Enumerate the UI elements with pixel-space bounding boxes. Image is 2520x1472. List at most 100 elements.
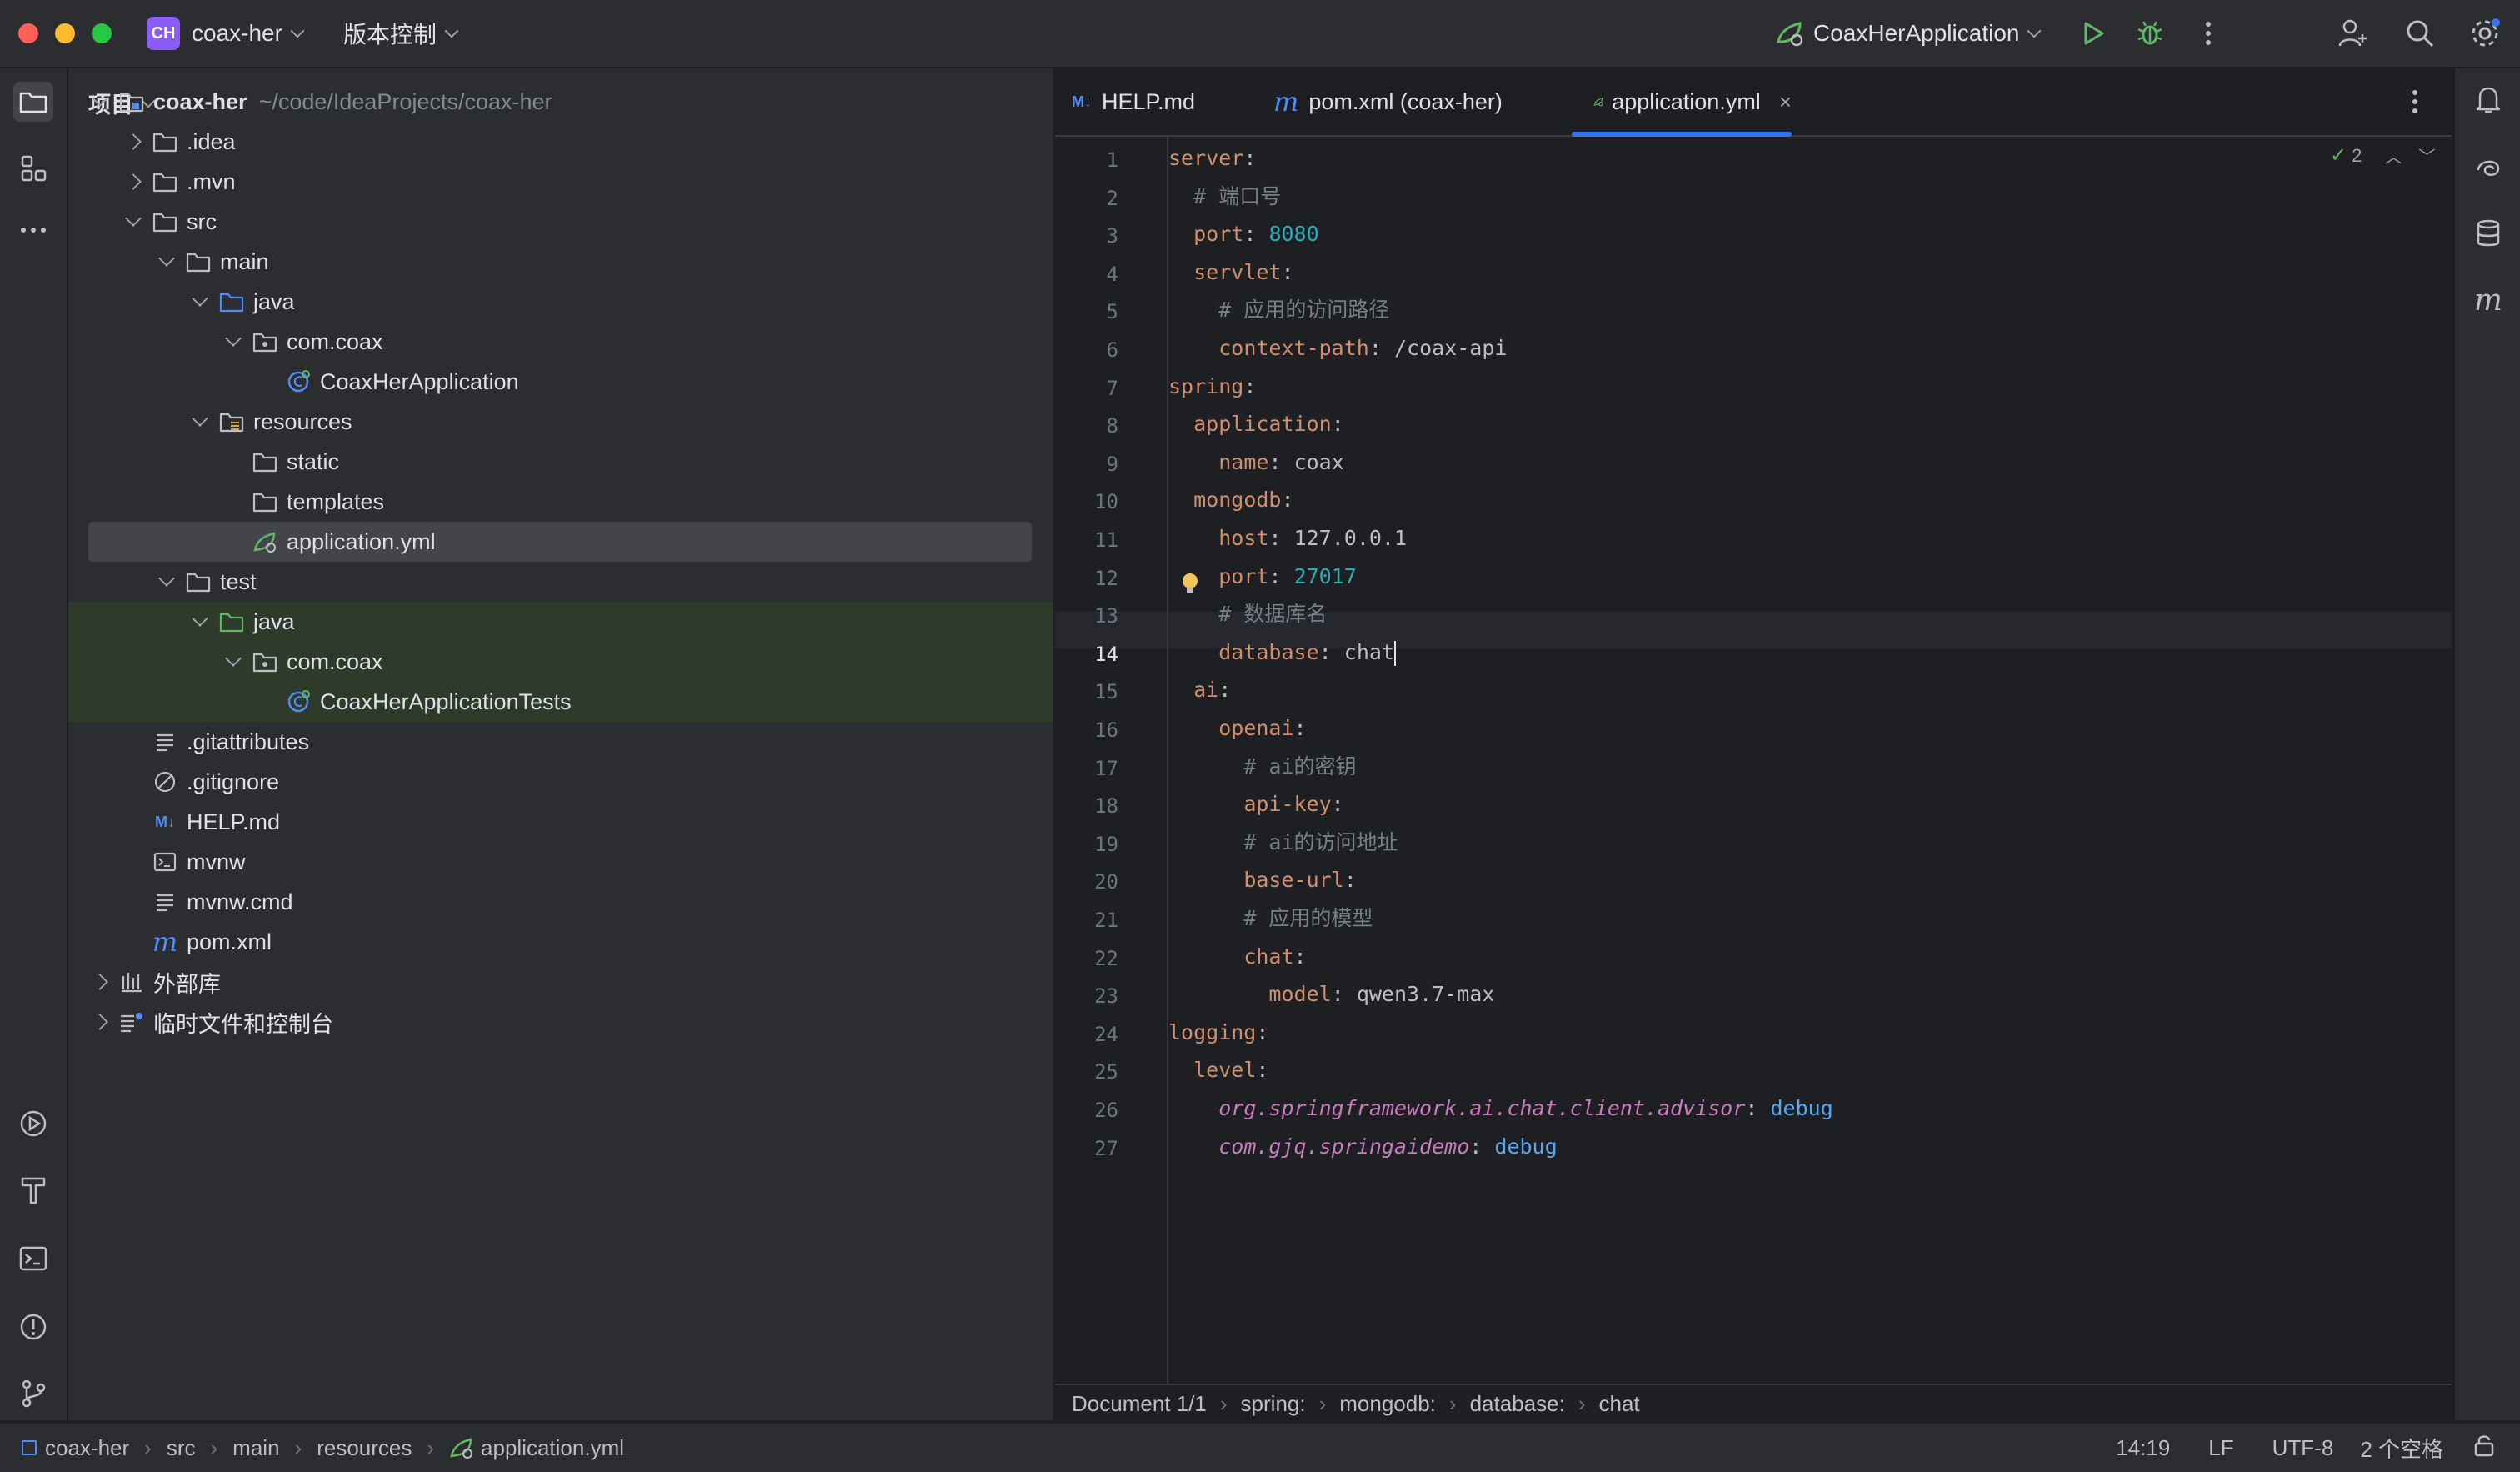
status-path-resources[interactable]: resources bbox=[317, 1435, 412, 1461]
code-line[interactable]: openai: bbox=[1168, 710, 1306, 747]
tree-item[interactable]: com.coax bbox=[88, 322, 1052, 362]
tree-item[interactable]: mvnw bbox=[88, 842, 1052, 882]
code-line[interactable]: ai: bbox=[1168, 672, 1231, 708]
chevron-down-icon[interactable] bbox=[222, 330, 245, 347]
tree-item[interactable]: mvnw.cmd bbox=[88, 882, 1052, 922]
code-line[interactable]: base-url: bbox=[1168, 862, 1356, 899]
code-with-me-icon[interactable] bbox=[2337, 17, 2370, 50]
code-line[interactable]: database: chat bbox=[1168, 634, 1396, 671]
breadcrumb-spring[interactable]: spring: bbox=[1241, 1391, 1306, 1417]
tab-application-yml[interactable]: application.yml × bbox=[1572, 68, 1792, 137]
code-line[interactable]: servlet: bbox=[1168, 254, 1293, 291]
run-icon[interactable] bbox=[2077, 17, 2110, 50]
chevron-right-icon[interactable] bbox=[88, 974, 112, 990]
code-line[interactable]: model: qwen3.7-max bbox=[1168, 976, 1494, 1013]
chevron-down-icon[interactable] bbox=[188, 610, 212, 627]
tree-item[interactable]: resources bbox=[88, 402, 1052, 442]
code-line[interactable]: server: bbox=[1168, 140, 1256, 177]
vcs-menu[interactable]: 版本控制 bbox=[343, 0, 459, 67]
debug-icon[interactable] bbox=[2133, 17, 2167, 50]
tree-item[interactable]: application.yml bbox=[88, 522, 1032, 562]
next-highlight-icon[interactable]: ﹀ bbox=[2418, 143, 2435, 168]
code-line[interactable]: chat: bbox=[1168, 939, 1306, 975]
tree-item[interactable]: .idea bbox=[88, 122, 1052, 162]
line-separator[interactable]: LF bbox=[2208, 1435, 2233, 1461]
code-line[interactable]: level: bbox=[1168, 1052, 1268, 1089]
tree-item[interactable]: java bbox=[68, 602, 1053, 642]
breadcrumb-database[interactable]: database: bbox=[1470, 1391, 1565, 1417]
tree-item[interactable]: CoaxHerApplication bbox=[88, 362, 1052, 402]
tree-item[interactable]: com.coax bbox=[68, 642, 1053, 682]
project-tool-window-icon[interactable] bbox=[13, 82, 53, 122]
code-line[interactable]: name: coax bbox=[1168, 444, 1344, 481]
indent-setting[interactable]: 2 个空格 bbox=[2360, 1433, 2443, 1464]
zoom-window-button[interactable] bbox=[92, 23, 112, 43]
code-line[interactable]: # ai的密钥 bbox=[1168, 749, 1356, 785]
tree-item[interactable]: M↓ HELP.md bbox=[88, 802, 1052, 842]
close-tab-icon[interactable]: × bbox=[1779, 89, 1792, 115]
code-editor[interactable]: 1 server: 2 # 端口号 3 port: 8080 4 servlet: 5 #… bbox=[1055, 137, 2452, 1454]
run-configuration-selector[interactable]: CoaxHerApplication bbox=[1775, 0, 2042, 67]
tree-item[interactable]: test bbox=[88, 562, 1052, 602]
code-line[interactable]: logging: bbox=[1168, 1014, 1268, 1051]
tree-item[interactable]: 外部库 bbox=[88, 962, 1052, 1002]
chevron-down-icon[interactable] bbox=[188, 410, 212, 427]
tree-item[interactable]: static bbox=[88, 442, 1052, 482]
git-branch-icon[interactable] bbox=[13, 1374, 53, 1414]
code-line[interactable]: host: 127.0.0.1 bbox=[1168, 520, 1407, 557]
maven-icon[interactable]: m bbox=[2468, 280, 2508, 320]
code-line[interactable]: port: 8080 bbox=[1168, 216, 1319, 253]
project-switcher[interactable]: CH coax-her bbox=[147, 0, 305, 67]
code-line[interactable]: # 端口号 bbox=[1168, 178, 1281, 215]
status-path-src[interactable]: src bbox=[167, 1435, 196, 1461]
code-line[interactable]: org.springframework.ai.chat.client.advis… bbox=[1168, 1090, 1833, 1127]
tree-item[interactable]: main bbox=[88, 242, 1052, 282]
tab-more-icon[interactable] bbox=[2412, 68, 2418, 135]
tree-item[interactable]: templates bbox=[88, 482, 1052, 522]
code-line[interactable]: api-key: bbox=[1168, 786, 1343, 823]
ai-assistant-icon[interactable] bbox=[2468, 147, 2508, 187]
tab-help-md[interactable]: M↓ HELP.md bbox=[1072, 68, 1195, 135]
breadcrumb-document[interactable]: Document 1/1 bbox=[1072, 1391, 1207, 1417]
chevron-down-icon[interactable] bbox=[122, 210, 145, 227]
chevron-down-icon[interactable] bbox=[155, 250, 178, 267]
status-path-file[interactable]: application.yml bbox=[481, 1435, 624, 1461]
database-icon[interactable] bbox=[2468, 213, 2508, 253]
chevron-down-icon[interactable] bbox=[222, 650, 245, 667]
code-line[interactable]: mongodb: bbox=[1168, 482, 1293, 518]
code-line[interactable]: com.gjq.springaidemo: debug bbox=[1168, 1129, 1557, 1165]
chevron-right-icon[interactable] bbox=[88, 1014, 112, 1030]
tree-item[interactable]: 临时文件和控制台 bbox=[88, 1002, 1052, 1042]
chevron-down-icon[interactable] bbox=[188, 290, 212, 307]
tree-item[interactable]: m pom.xml bbox=[88, 922, 1052, 962]
breadcrumb-chat[interactable]: chat bbox=[1598, 1391, 1639, 1417]
caret-position[interactable]: 14:19 bbox=[2116, 1435, 2170, 1461]
chevron-down-icon[interactable] bbox=[88, 90, 112, 107]
problems-icon[interactable] bbox=[13, 1307, 53, 1347]
tree-item[interactable]: .gitignore bbox=[88, 762, 1052, 802]
code-line[interactable]: spring: bbox=[1168, 368, 1256, 405]
tree-item[interactable]: .gitattributes bbox=[88, 722, 1052, 762]
previous-highlight-icon[interactable]: ︿ bbox=[2385, 143, 2402, 168]
more-actions-icon[interactable] bbox=[2192, 17, 2225, 50]
tab-pom-xml[interactable]: m pom.xml (coax-her) bbox=[1273, 68, 1502, 135]
code-line[interactable]: application: bbox=[1168, 406, 1344, 443]
services-icon[interactable] bbox=[13, 1104, 53, 1144]
tree-item[interactable]: CoaxHerApplicationTests bbox=[68, 682, 1053, 722]
build-hammer-icon[interactable] bbox=[13, 1170, 53, 1210]
breadcrumb-mongodb[interactable]: mongodb: bbox=[1339, 1391, 1436, 1417]
settings-gear-icon[interactable] bbox=[2468, 17, 2502, 50]
search-icon[interactable] bbox=[2403, 17, 2437, 50]
file-encoding[interactable]: UTF-8 bbox=[2272, 1435, 2334, 1461]
code-line[interactable]: # ai的访问地址 bbox=[1168, 824, 1398, 861]
minimize-window-button[interactable] bbox=[55, 23, 75, 43]
read-only-lock-icon[interactable] bbox=[2473, 1434, 2495, 1463]
chevron-right-icon[interactable] bbox=[122, 173, 145, 190]
tree-item[interactable]: .mvn bbox=[88, 162, 1052, 202]
structure-icon[interactable] bbox=[13, 148, 53, 188]
more-tool-windows-icon[interactable] bbox=[13, 210, 53, 250]
code-line[interactable]: # 应用的模型 bbox=[1168, 900, 1372, 937]
inspection-widget[interactable]: ✓ 2 ︿ ﹀ bbox=[2330, 143, 2435, 168]
code-line[interactable]: # 应用的访问路径 bbox=[1168, 292, 1389, 328]
status-path-main[interactable]: main bbox=[232, 1435, 279, 1461]
